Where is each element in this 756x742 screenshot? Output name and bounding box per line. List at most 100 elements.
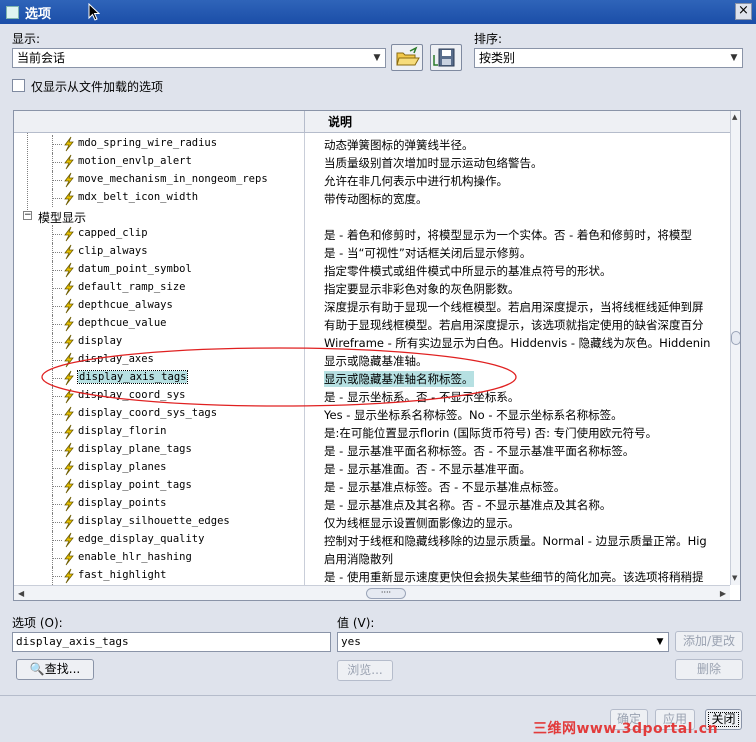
option-name[interactable]: display_planes — [78, 461, 167, 473]
table-row[interactable]: display_axis_tags 显示或隐藏基准轴名称标签。 — [14, 369, 730, 387]
table-row[interactable]: display_points 是 - 显示基准点及其名称。否 - 不显示基准点及其… — [14, 495, 730, 513]
lightning-bolt-icon — [64, 172, 74, 188]
browse-button[interactable]: 浏览... — [337, 660, 393, 681]
delete-button[interactable]: 删除 — [675, 659, 743, 680]
table-row[interactable]: display_planes 是 - 显示基准面。否 - 不显示基准平面。 — [14, 459, 730, 477]
option-name[interactable]: display_plane_tags — [78, 443, 192, 455]
option-description: 是:在可能位置显示florin (国际货币符号) 否: 专门使用欧元符号。 — [324, 426, 658, 440]
option-label: 选项 (O): — [12, 616, 63, 630]
option-name[interactable]: display_coord_sys — [78, 389, 185, 401]
option-description: 是 - 使用重新显示速度更快但会损失某些细节的简化加亮。该选项将稍稍提 — [324, 570, 704, 584]
option-description: Wireframe - 所有实边显示为白色。Hiddenvis - 隐藏线为灰色… — [324, 336, 711, 350]
option-name[interactable]: depthcue_value — [78, 317, 167, 329]
save-disk-icon — [433, 48, 455, 67]
lightning-bolt-icon — [64, 298, 74, 314]
option-name[interactable]: clip_always — [78, 245, 148, 257]
chevron-down-icon[interactable]: ▼ — [727, 50, 741, 66]
scroll-down-icon[interactable]: ▼ — [732, 574, 737, 582]
vertical-scroll-thumb[interactable] — [731, 331, 740, 345]
chevron-down-icon[interactable]: ▼ — [370, 50, 384, 66]
table-row[interactable]: capped_clip 是 - 着色和修剪时，将模型显示为一个实体。否 - 着色和… — [14, 225, 730, 243]
lightning-bolt-icon — [64, 226, 74, 242]
table-row[interactable]: display_coord_sys_tags Yes - 显示坐标系名称标签。No… — [14, 405, 730, 423]
collapse-toggle-icon[interactable]: − — [23, 211, 32, 220]
option-name[interactable]: fast_highlight — [78, 569, 167, 581]
table-row[interactable]: depthcue_value 有助于显现线框模型。若启用深度提示，该选项就指定使用… — [14, 315, 730, 333]
vertical-scrollbar[interactable]: ▲ ▼ — [730, 111, 740, 585]
watermark-text: 三维网www.3dportal.cn — [533, 721, 719, 737]
table-row[interactable]: display_florin 是:在可能位置显示florin (国际货币符号) 否… — [14, 423, 730, 441]
table-row[interactable]: move_mechanism_in_nongeom_reps 允许在非几何表示中进… — [14, 171, 730, 189]
option-name[interactable]: capped_clip — [78, 227, 148, 239]
window-title: 选项 — [25, 6, 52, 22]
option-name[interactable]: display_axis_tags — [76, 370, 189, 384]
save-file-button[interactable] — [430, 44, 462, 71]
scroll-right-icon[interactable]: ▶ — [720, 589, 726, 598]
option-name[interactable]: display_coord_sys_tags — [78, 407, 217, 419]
lightning-bolt-icon — [64, 352, 74, 368]
chevron-down-icon[interactable]: ▼ — [653, 634, 667, 650]
option-name[interactable]: display_axes — [78, 353, 154, 365]
loaded-only-checkbox[interactable] — [12, 79, 25, 92]
option-name[interactable]: depthcue_always — [78, 299, 173, 311]
mouse-cursor-icon — [88, 3, 100, 21]
value-select-value: yes — [341, 635, 361, 648]
value-select[interactable]: yes ▼ — [337, 632, 669, 652]
table-row[interactable]: display_plane_tags 是 - 显示基准平面名称标签。否 - 不显示… — [14, 441, 730, 459]
table-row[interactable]: display Wireframe - 所有实边显示为白色。Hiddenvis -… — [14, 333, 730, 351]
table-row[interactable]: default_ramp_size 指定要显示非彩色对象的灰色阴影数。 — [14, 279, 730, 297]
table-row[interactable]: datum_point_symbol 指定零件模式或组件模式中所显示的基准点符号的… — [14, 261, 730, 279]
scroll-left-icon[interactable]: ◀ — [18, 589, 24, 598]
horizontal-scroll-thumb[interactable]: ···· — [366, 588, 406, 599]
table-row[interactable]: enable_hlr_hashing 启用消隐散列 — [14, 549, 730, 567]
option-input[interactable]: display_axis_tags — [12, 632, 331, 652]
option-name[interactable]: display_florin — [78, 425, 167, 437]
option-name[interactable]: default_ramp_size — [78, 281, 185, 293]
add-change-button[interactable]: 添加/更改 — [675, 631, 743, 652]
table-row[interactable]: fast_highlight 是 - 使用重新显示速度更快但会损失某些细节的简化加… — [14, 567, 730, 585]
table-row[interactable]: clip_always 是 - 当“可视性”对话框关闭后显示修剪。 — [14, 243, 730, 261]
lightning-bolt-icon — [64, 244, 74, 260]
option-name[interactable]: move_mechanism_in_nongeom_reps — [78, 173, 268, 185]
loaded-only-label[interactable]: 仅显示从文件加载的选项 — [31, 78, 163, 95]
sort-select[interactable]: 按类别 ▼ — [474, 48, 743, 68]
lightning-bolt-icon — [64, 370, 74, 386]
option-name[interactable]: mdx_belt_icon_width — [78, 191, 198, 203]
lightning-bolt-icon — [64, 262, 74, 278]
option-name[interactable]: display_points — [78, 497, 167, 509]
option-description: 启用消隐散列 — [324, 552, 393, 566]
option-name[interactable]: enable_hlr_hashing — [78, 551, 192, 563]
option-description: 指定要显示非彩色对象的灰色阴影数。 — [324, 282, 520, 296]
value-label: 值 (V): — [337, 616, 375, 630]
option-name[interactable]: mdo_spring_wire_radius — [78, 137, 217, 149]
option-name[interactable]: motion_envlp_alert — [78, 155, 192, 167]
table-row[interactable]: edge_display_quality 控制对于线框和隐藏线移除的边显示质量。N… — [14, 531, 730, 549]
lightning-bolt-icon — [64, 136, 74, 152]
option-name[interactable]: edge_display_quality — [78, 533, 204, 545]
close-window-icon[interactable]: × — [735, 3, 752, 20]
option-name[interactable]: display_silhouette_edges — [78, 515, 230, 527]
open-file-button[interactable] — [391, 44, 423, 71]
table-row[interactable]: display_point_tags 是 - 显示基准点标签。否 - 不显示基准点… — [14, 477, 730, 495]
table-row[interactable]: display_axes 显示或隐藏基准轴。 — [14, 351, 730, 369]
option-name[interactable]: datum_point_symbol — [78, 263, 192, 275]
horizontal-scrollbar[interactable]: ◀ ···· ▶ — [14, 585, 730, 600]
table-row[interactable]: display_coord_sys 是 - 显示坐标系。否 - 不显示坐标系。 — [14, 387, 730, 405]
find-button[interactable]: 🔍查找... — [16, 659, 94, 680]
table-row[interactable]: mdx_belt_icon_width 带传动图标的宽度。 — [14, 189, 730, 207]
table-header: 说明 — [14, 111, 730, 133]
table-row[interactable]: mdo_spring_wire_radius 动态弹簧图标的弹簧线半径。 — [14, 135, 730, 153]
title-bar: 选项 × — [0, 0, 756, 24]
table-row[interactable]: motion_envlp_alert 当质量级别首次增加时显示运动包络警告。 — [14, 153, 730, 171]
option-name[interactable]: display — [78, 335, 122, 347]
table-row[interactable]: depthcue_always 深度提示有助于显现一个线框模型。若启用深度提示，当… — [14, 297, 730, 315]
folder-open-icon — [396, 46, 420, 66]
display-select[interactable]: 当前会话 ▼ — [12, 48, 386, 68]
display-select-value: 当前会话 — [17, 51, 66, 65]
option-description: 是 - 显示基准面。否 - 不显示基准平面。 — [324, 462, 531, 476]
option-name[interactable]: display_point_tags — [78, 479, 192, 491]
table-row[interactable]: display_silhouette_edges 仅为线框显示设置侧面影像边的显示… — [14, 513, 730, 531]
column-header-description[interactable]: 说明 — [304, 111, 352, 133]
tree-category[interactable]: − 模型显示 — [14, 207, 730, 225]
scroll-up-icon[interactable]: ▲ — [732, 113, 737, 121]
